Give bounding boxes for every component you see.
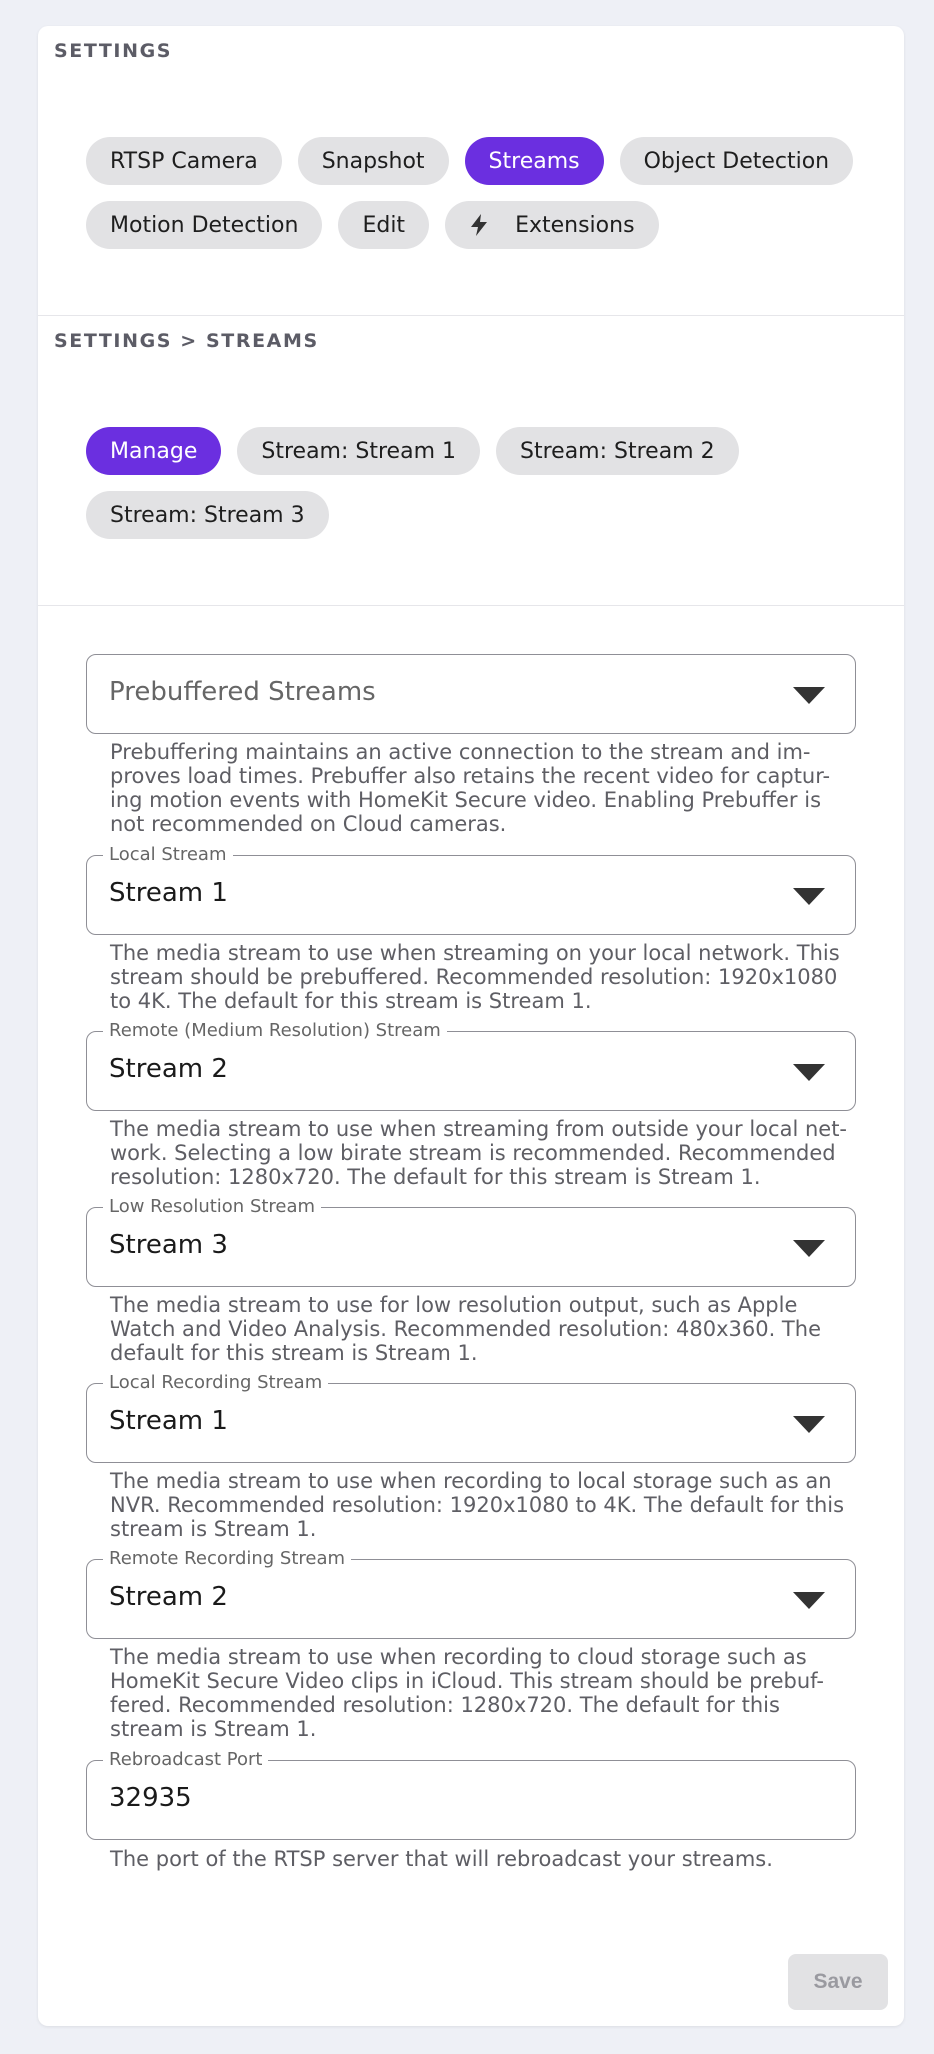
local-stream-helper: The media stream to use when streaming o… bbox=[110, 941, 840, 1013]
settings-card: SETTINGS RTSP Camera Snapshot Streams Ob… bbox=[38, 26, 904, 2026]
tab-object-detection[interactable]: Object Detection bbox=[619, 137, 854, 185]
remote-recording-stream-select[interactable]: Remote Recording Stream Stream 2 bbox=[86, 1548, 856, 1639]
tab-snapshot[interactable]: Snapshot bbox=[297, 137, 449, 185]
tab-stream-2[interactable]: Stream: Stream 2 bbox=[496, 427, 739, 475]
tab-extensions-label: Extensions bbox=[515, 212, 635, 238]
local-recording-stream-select[interactable]: Local Recording Stream Stream 1 bbox=[86, 1372, 856, 1463]
stream-tabs-row-1: Manage Stream: Stream 1 Stream: Stream 2 bbox=[86, 427, 739, 475]
low-resolution-stream-helper: The media stream to use for low resoluti… bbox=[110, 1293, 821, 1365]
chevron-down-icon bbox=[793, 888, 825, 905]
local-recording-stream-value: Stream 1 bbox=[109, 1406, 228, 1436]
chevron-down-icon bbox=[793, 1064, 825, 1081]
rebroadcast-port-value[interactable]: 32935 bbox=[109, 1783, 192, 1813]
tab-streams[interactable]: Streams bbox=[464, 137, 604, 185]
settings-tabs-row-1: RTSP Camera Snapshot Streams Object Dete… bbox=[86, 137, 854, 185]
tab-extensions[interactable]: Extensions bbox=[445, 201, 659, 249]
streams-section-title: SETTINGS > STREAMS bbox=[54, 330, 319, 352]
local-stream-select[interactable]: Local Stream Stream 1 bbox=[86, 844, 856, 935]
prebuffered-streams-select[interactable]: Prebuffered Streams bbox=[86, 654, 856, 734]
rebroadcast-port-helper: The port of the RTSP server that will re… bbox=[110, 1847, 773, 1871]
settings-title: SETTINGS bbox=[54, 40, 173, 62]
save-button[interactable]: Save bbox=[788, 1954, 888, 2010]
chevron-down-icon bbox=[793, 1240, 825, 1257]
chevron-down-icon bbox=[793, 1592, 825, 1609]
low-resolution-stream-value: Stream 3 bbox=[109, 1230, 228, 1260]
divider bbox=[38, 315, 904, 316]
remote-recording-stream-value: Stream 2 bbox=[109, 1582, 228, 1612]
low-resolution-stream-select[interactable]: Low Resolution Stream Stream 3 bbox=[86, 1196, 856, 1287]
settings-tabs-row-2: Motion Detection Edit Extensions bbox=[86, 201, 659, 249]
rebroadcast-port-label: Rebroadcast Port bbox=[103, 1749, 269, 1770]
tab-rtsp-camera[interactable]: RTSP Camera bbox=[86, 137, 282, 185]
remote-stream-value: Stream 2 bbox=[109, 1054, 228, 1084]
local-stream-label: Local Stream bbox=[103, 844, 233, 865]
remote-stream-helper: The media stream to use when streaming f… bbox=[110, 1117, 847, 1189]
local-stream-value: Stream 1 bbox=[109, 878, 228, 908]
tab-edit[interactable]: Edit bbox=[338, 201, 430, 249]
prebuffered-streams-helper: Prebuffering maintains an active connect… bbox=[110, 740, 831, 836]
divider bbox=[38, 605, 904, 606]
chevron-down-icon bbox=[793, 1416, 825, 1433]
lightning-icon bbox=[469, 213, 489, 237]
remote-recording-stream-label: Remote Recording Stream bbox=[103, 1548, 352, 1569]
tab-stream-3[interactable]: Stream: Stream 3 bbox=[86, 491, 329, 539]
low-resolution-stream-label: Low Resolution Stream bbox=[103, 1196, 322, 1217]
remote-recording-stream-helper: The media stream to use when recording t… bbox=[110, 1645, 824, 1741]
local-recording-stream-helper: The media stream to use when recording t… bbox=[110, 1469, 845, 1541]
local-recording-stream-label: Local Recording Stream bbox=[103, 1372, 329, 1393]
chevron-down-icon bbox=[793, 687, 825, 704]
tab-manage[interactable]: Manage bbox=[86, 427, 222, 475]
remote-stream-select[interactable]: Remote (Medium Resolution) Stream Stream… bbox=[86, 1020, 856, 1111]
prebuffered-streams-placeholder: Prebuffered Streams bbox=[109, 677, 376, 707]
tab-motion-detection[interactable]: Motion Detection bbox=[86, 201, 323, 249]
rebroadcast-port-field[interactable]: Rebroadcast Port 32935 bbox=[86, 1749, 856, 1840]
stream-tabs-row-2: Stream: Stream 3 bbox=[86, 491, 329, 539]
remote-stream-label: Remote (Medium Resolution) Stream bbox=[103, 1020, 447, 1041]
tab-stream-1[interactable]: Stream: Stream 1 bbox=[237, 427, 480, 475]
